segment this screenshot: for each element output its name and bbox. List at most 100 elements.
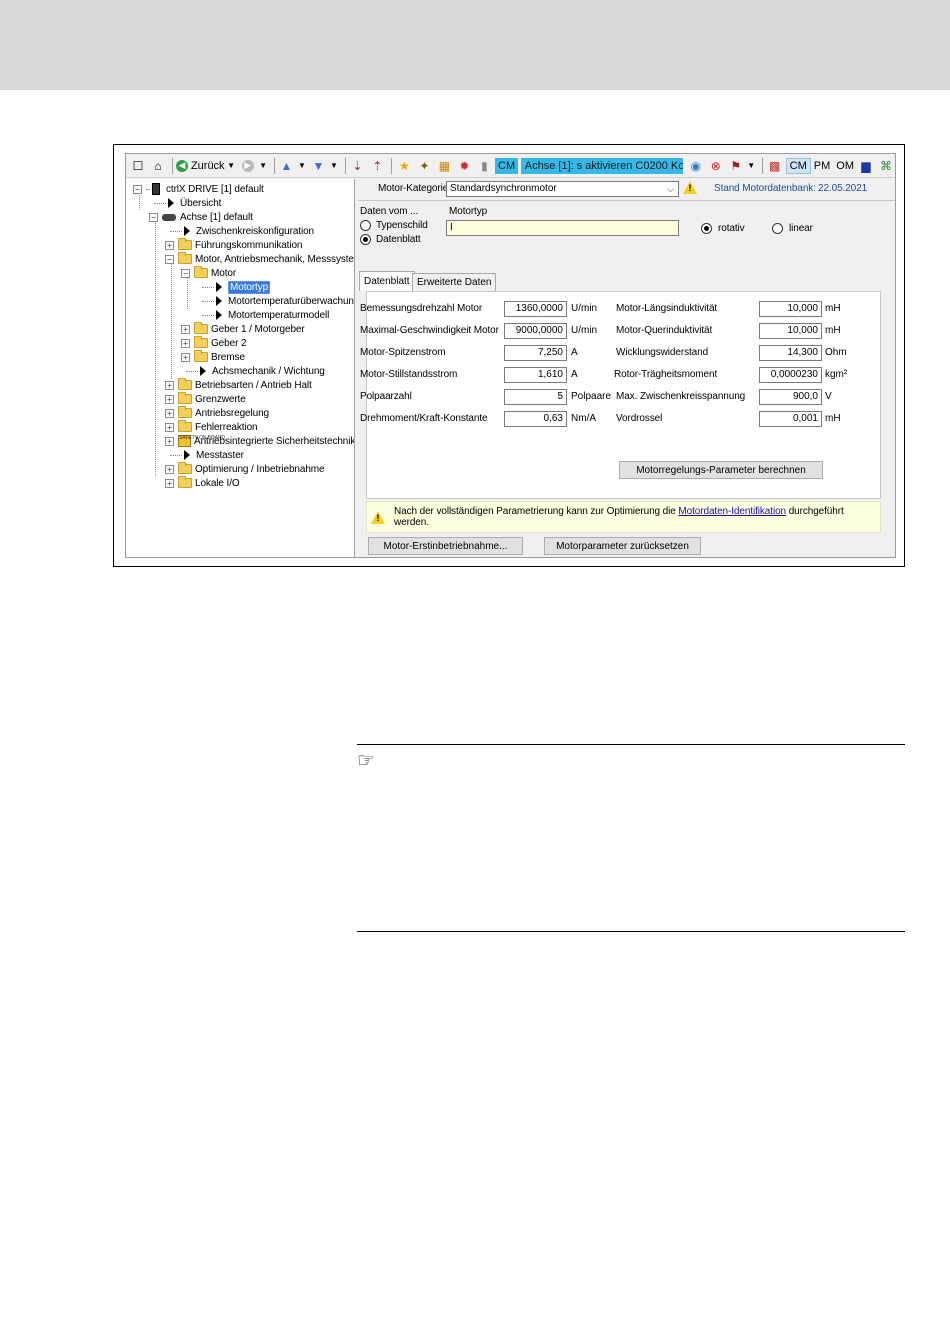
param-label: Polpaarzahl xyxy=(360,391,412,402)
tree-item-probe[interactable]: Messtaster xyxy=(170,448,244,462)
tree-item-axis[interactable]: − Achse [1] default xyxy=(149,210,253,224)
expand-icon[interactable]: + xyxy=(165,394,174,404)
tree-item-axis-mech[interactable]: Achsmechanik / Wichtung xyxy=(186,364,325,378)
note-top-rule xyxy=(357,744,905,745)
collapse-icon[interactable]: − xyxy=(165,254,174,264)
wizard-icon[interactable]: ✦ xyxy=(415,157,433,175)
expand-icon[interactable]: + xyxy=(181,338,190,348)
rotor-inertia-input[interactable]: 0,0000230 xyxy=(759,367,822,383)
tree-item-command-comm[interactable]: + Führungskommunikation xyxy=(165,238,303,252)
mode-pm-button[interactable]: PM xyxy=(811,158,834,174)
reset-motor-params-button[interactable]: Motorparameter zurücksetzen xyxy=(544,537,701,555)
tree-item-brake[interactable]: + Bremse xyxy=(181,350,245,364)
param-label: Maximal-Geschwindigkeit Motor xyxy=(360,325,499,336)
expand-icon[interactable]: + xyxy=(181,352,190,362)
max-speed-input[interactable]: 9000,0000 xyxy=(504,323,567,339)
expand-icon[interactable]: + xyxy=(181,324,190,334)
expand-icon[interactable]: + xyxy=(165,464,174,474)
q-inductance-input[interactable]: 10,000 xyxy=(759,323,822,339)
param-label: Motor-Querinduktivität xyxy=(616,325,713,336)
toolbar-separator xyxy=(761,157,763,174)
collapse-icon[interactable]: − xyxy=(149,212,158,222)
mode-om-button[interactable]: OM xyxy=(833,158,857,174)
tree-item-motor-temp-model[interactable]: Motortemperaturmodell xyxy=(202,308,329,322)
calculate-control-params-button[interactable]: Motorregelungs-Parameter berechnen xyxy=(619,461,823,479)
tree-item-op-modes[interactable]: + Betriebsarten / Antrieb Halt xyxy=(165,378,312,392)
parameter-read-icon[interactable]: ⇣ xyxy=(348,157,366,175)
home-icon[interactable]: ⌂ xyxy=(149,157,167,175)
flag-icon[interactable]: ▆ xyxy=(857,157,875,175)
d-inductance-input[interactable]: 10,000 xyxy=(759,301,822,317)
drive-tools-dropdown-icon[interactable]: ▼ xyxy=(747,157,756,175)
expand-icon[interactable]: + xyxy=(165,478,174,488)
up-icon[interactable]: ▲ xyxy=(278,157,296,175)
tree-item-motor-temp-monitor[interactable]: Motortemperaturüberwachun xyxy=(202,294,354,308)
radio-linear[interactable] xyxy=(772,223,783,234)
standstill-current-input[interactable]: 1,610 xyxy=(504,367,567,383)
motor-commissioning-button[interactable]: Motor-Erstinbetriebnahme... xyxy=(368,537,523,555)
tree-item-drive[interactable]: − ctrlX DRIVE [1] default xyxy=(133,182,264,196)
navigation-tree: − ctrlX DRIVE [1] default Übersicht − Ac… xyxy=(126,179,355,557)
expand-icon[interactable]: + xyxy=(165,436,174,446)
tree-connector xyxy=(154,202,166,204)
expand-icon[interactable]: + xyxy=(165,422,174,432)
torque-constant-input[interactable]: 0,63 xyxy=(504,411,567,427)
drive-tools-icon[interactable]: ⚑ xyxy=(727,157,745,175)
motor-identification-link[interactable]: Motordaten-Identifikation xyxy=(678,506,786,517)
tree-item-encoder1[interactable]: + Geber 1 / Motorgeber xyxy=(181,322,305,336)
device-icon[interactable]: ▮ xyxy=(475,157,493,175)
back-dropdown-icon[interactable]: ▼ xyxy=(227,157,236,175)
up-dropdown-icon[interactable]: ▼ xyxy=(298,157,307,175)
max-dc-voltage-input[interactable]: 900,0 xyxy=(759,389,822,405)
expand-icon[interactable]: + xyxy=(165,380,174,390)
parameter-write-icon[interactable]: ⇡ xyxy=(368,157,386,175)
collapse-icon[interactable]: − xyxy=(133,184,142,194)
settings-gear-icon[interactable]: ✹ xyxy=(455,157,473,175)
down-icon[interactable]: ▼ xyxy=(310,157,328,175)
radio-rotary[interactable] xyxy=(701,223,712,234)
tree-item-drive-control[interactable]: + Antriebsregelung xyxy=(165,406,269,420)
forward-dropdown-icon[interactable]: ▼ xyxy=(259,157,268,175)
tree-item-motor[interactable]: − Motor xyxy=(181,266,236,280)
winding-resistance-input[interactable]: 14,300 xyxy=(759,345,822,361)
tab-extended-data[interactable]: Erweiterte Daten xyxy=(412,273,497,291)
oscilloscope-icon[interactable]: ▩ xyxy=(766,157,784,175)
tree-item-motor-type[interactable]: Motortyp xyxy=(202,280,271,294)
tree-item-encoder2[interactable]: + Geber 2 xyxy=(181,336,247,350)
connect-icon[interactable]: ⌘ xyxy=(877,157,895,175)
tree-item-overview[interactable]: Übersicht xyxy=(154,196,221,210)
mode-cm-button[interactable]: CM xyxy=(785,157,811,174)
info-note: ! Nach der vollständigen Parametrierung … xyxy=(366,501,881,533)
pole-pairs-input[interactable]: 5 xyxy=(504,389,567,405)
tree-item-error-reaction[interactable]: + Fehlerreaktion xyxy=(165,420,258,434)
tree-item-local-io[interactable]: + Lokale I/O xyxy=(165,476,240,490)
globe-icon[interactable]: ◉ xyxy=(687,157,705,175)
peak-current-input[interactable]: 7,250 xyxy=(504,345,567,361)
calendar-icon[interactable]: ▦ xyxy=(435,157,453,175)
collapse-icon[interactable]: − xyxy=(181,268,190,278)
tree-item-optimization[interactable]: + Optimierung / Inbetriebnahme xyxy=(165,462,325,476)
page-header-band xyxy=(0,0,950,90)
tree-item-motor-mech[interactable]: − Motor, Antriebsmechanik, Messsyster xyxy=(165,252,354,266)
pointing-hand-icon: ☞ xyxy=(357,750,375,772)
forward-arrow-icon: ▶ xyxy=(241,159,254,172)
folder-icon xyxy=(178,238,192,250)
back-button[interactable]: ◀ Zurück xyxy=(175,159,225,172)
down-dropdown-icon[interactable]: ▼ xyxy=(330,157,339,175)
tree-item-safety[interactable]: + SAFETY ON BOARD Antriebsintegrierte Si… xyxy=(165,434,354,448)
rated-speed-input[interactable]: 1360,0000 xyxy=(504,301,567,317)
motortype-input[interactable]: I xyxy=(446,220,679,236)
radio-nameplate[interactable] xyxy=(360,220,371,231)
choke-input[interactable]: 0,001 xyxy=(759,411,822,427)
window-icon[interactable]: ☐ xyxy=(129,157,147,175)
motor-category-select[interactable]: Standardsynchronmotor ⌵ xyxy=(446,181,679,197)
forward-button[interactable]: ▶ xyxy=(239,157,257,175)
error-reset-icon[interactable]: ⊗ xyxy=(707,157,725,175)
expand-icon[interactable]: + xyxy=(165,408,174,418)
tree-item-dc-link[interactable]: Zwischenkreiskonfiguration xyxy=(170,224,314,238)
tab-datasheet[interactable]: Datenblatt xyxy=(359,271,415,291)
tree-item-limits[interactable]: + Grenzwerte xyxy=(165,392,246,406)
expand-icon[interactable]: + xyxy=(165,240,174,250)
radio-datasheet[interactable] xyxy=(360,234,371,245)
favorite-star-icon[interactable]: ★ xyxy=(395,157,413,175)
